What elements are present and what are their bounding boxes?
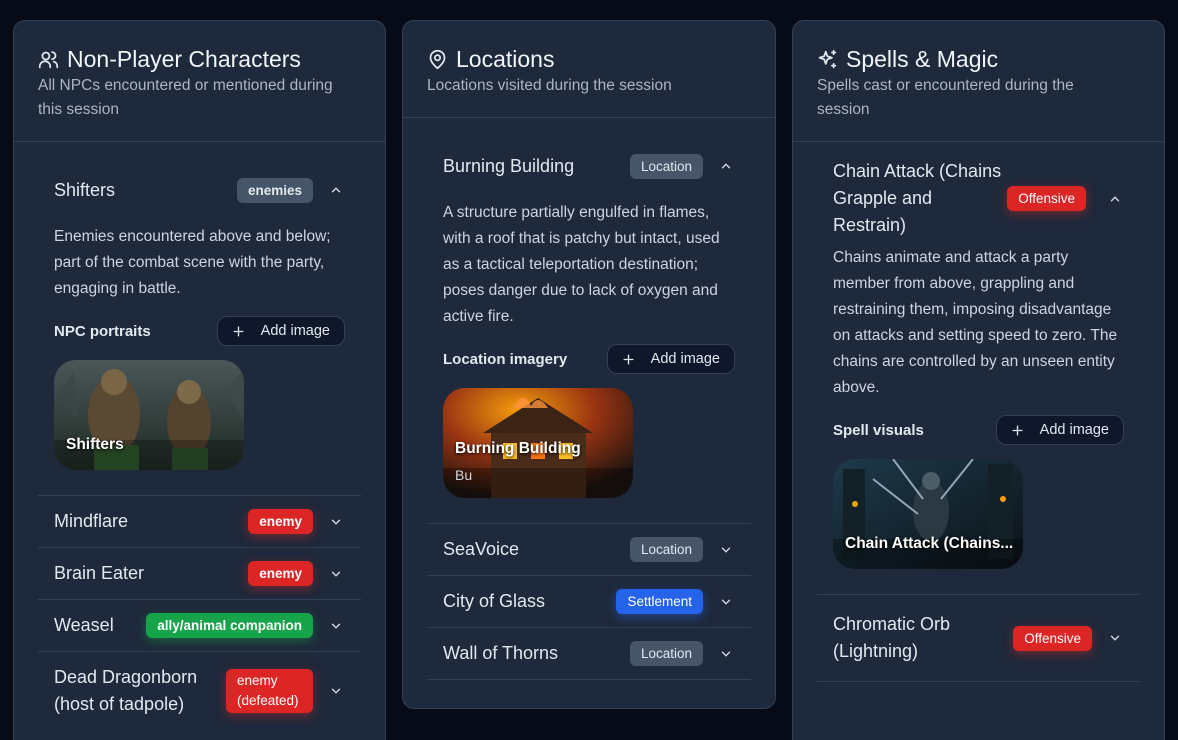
plus-icon [1012,424,1023,436]
add-image-button[interactable]: Add image [995,415,1124,445]
npc-badge: enemy (defeated) [226,669,313,713]
location-image-subcaption: Bu [455,467,473,483]
location-item-header[interactable]: Burning Building Location [427,142,751,190]
location-item[interactable]: Wall of Thorns Location [427,628,751,680]
npc-panel-subtitle: All NPCs encountered or mentioned during… [38,77,333,118]
locations-panel-subtitle: Locations visited during the session [427,77,672,94]
npc-item-header-shifters[interactable]: Shifters enemies [38,166,361,214]
chevron-down-icon[interactable] [1108,631,1122,645]
npc-portrait-caption: Shifters [66,436,124,453]
chevron-down-icon[interactable] [719,647,733,661]
npc-name: Weasel [54,615,114,635]
npc-badge: enemies [236,177,313,203]
locations-panel-title: Locations [456,46,555,72]
npc-description: Enemies encountered above and below; par… [54,228,331,297]
plus-icon [623,353,634,365]
spell-badge: Offensive [1007,186,1086,211]
npc-item[interactable]: Brain Eater enemy [38,548,361,600]
location-image-caption: Burning Building [455,440,581,457]
add-image-button[interactable]: Add image [216,316,345,346]
spell-name: Chain Attack (Chains Grapple and Restrai… [833,161,1002,235]
location-name: SeaVoice [443,539,520,559]
spells-panel-header: Spells & Magic Spells cast or encountere… [793,21,1164,142]
chevron-down-icon[interactable] [329,567,343,581]
locations-panel: Locations Locations visited during the s… [402,20,776,709]
npc-name: Dead Dragonborn (host of tadpole) [54,667,198,714]
spell-item-header[interactable]: Chain Attack (Chains Grapple and Restrai… [817,158,1140,239]
spells-panel: Spells & Magic Spells cast or encountere… [792,20,1165,740]
location-item-expanded: Burning Building Location A structure pa… [427,142,751,524]
npc-badge: enemy [248,561,313,586]
npc-item[interactable]: Dead Dragonborn (host of tadpole) enemy … [38,652,361,730]
npc-badge: enemy [248,509,313,534]
chevron-down-icon[interactable] [329,684,343,698]
users-icon [38,50,59,68]
spell-item-expanded: Chain Attack (Chains Grapple and Restrai… [817,158,1140,595]
spell-visuals-label: Spell visuals [833,421,924,439]
npc-item-expanded: Shifters enemies Enemies encountered abo… [38,166,361,496]
chevron-up-icon[interactable] [329,183,343,197]
npc-panel-header: Non-Player Characters All NPCs encounter… [14,21,385,142]
npc-item[interactable]: Mindflare enemy [38,496,361,548]
spell-item[interactable]: Chromatic Orb (Lightning) Offensive [817,595,1140,682]
location-description: A structure partially engulfed in flames… [443,204,720,325]
location-badge: Location [629,641,703,666]
chevron-down-icon[interactable] [329,619,343,633]
spell-visual-caption: Chain Attack (Chains... [845,535,1014,552]
plus-icon [233,325,244,337]
location-badge: Location [629,537,703,562]
chevron-down-icon[interactable] [719,595,733,609]
locations-panel-header: Locations Locations visited during the s… [403,21,775,118]
npc-name: Brain Eater [54,563,145,583]
location-item[interactable]: City of Glass Settlement [427,576,751,628]
location-badge: Settlement [616,589,703,614]
location-item[interactable]: SeaVoice Location [427,524,751,576]
location-name: Wall of Thorns [443,643,559,663]
sparkles-icon [818,49,837,68]
npc-panel: Non-Player Characters All NPCs encounter… [13,20,386,740]
spell-name: Chromatic Orb (Lightning) [833,614,951,661]
location-imagery-label: Location imagery [443,350,568,368]
chevron-down-icon[interactable] [719,543,733,557]
npc-panel-title: Non-Player Characters [67,46,301,72]
npc-item[interactable]: Weasel ally/animal companion [38,600,361,652]
npc-name: Mindflare [54,511,129,531]
npc-badge: ally/animal companion [146,613,313,638]
spell-visual-thumbnail[interactable]: Chain Attack (Chains... [833,459,1023,569]
spell-description: Chains animate and attack a party member… [833,249,1118,396]
chevron-up-icon[interactable] [1108,192,1122,206]
location-name: Burning Building [443,155,575,176]
spells-panel-title: Spells & Magic [846,46,999,72]
chevron-down-icon[interactable] [329,515,343,529]
location-name: City of Glass [443,591,546,611]
spell-badge: Offensive [1013,625,1092,651]
chevron-up-icon[interactable] [719,159,733,173]
npc-portraits-label: NPC portraits [54,322,151,340]
add-image-button[interactable]: Add image [606,344,735,374]
npc-portrait-thumbnail[interactable]: Shifters [54,360,244,470]
location-image-thumbnail[interactable]: Burning Building Bu [443,388,633,498]
npc-name: Shifters [54,179,116,200]
spells-panel-subtitle: Spells cast or encountered during the se… [817,77,1074,118]
location-badge: Location [629,153,703,179]
map-pin-icon [429,49,446,69]
